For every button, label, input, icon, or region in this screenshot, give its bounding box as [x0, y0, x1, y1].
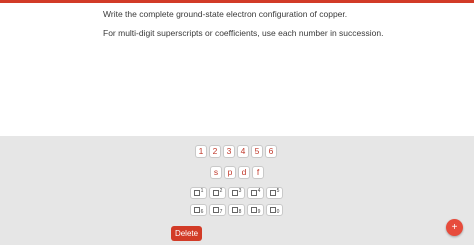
key-1[interactable]: 1: [195, 145, 207, 158]
placeholder-box-icon: [212, 190, 219, 196]
key-4[interactable]: 4: [237, 145, 249, 158]
key-d[interactable]: d: [238, 166, 250, 179]
subscript-7-key[interactable]: 7: [209, 204, 226, 216]
key-2[interactable]: 2: [209, 145, 221, 158]
plus-icon[interactable]: +: [446, 219, 463, 236]
delete-button[interactable]: Delete: [171, 226, 202, 241]
placeholder-box-icon: [269, 190, 276, 196]
subscript-6-key[interactable]: 6: [190, 204, 207, 216]
superscript-5-key[interactable]: 5: [266, 187, 283, 199]
placeholder-box-icon: [250, 190, 257, 196]
superscript-keys: 1 2 3 4 5: [190, 187, 283, 199]
key-s[interactable]: s: [210, 166, 222, 179]
placeholder-box-icon: [212, 207, 219, 213]
number-keys: 1 2 3 4 5 6: [195, 145, 277, 158]
superscript-3-key[interactable]: 3: [228, 187, 245, 199]
superscript-4-key[interactable]: 4: [247, 187, 264, 199]
superscript-1-key[interactable]: 1: [190, 187, 207, 199]
placeholder-box-icon: [231, 207, 238, 213]
placeholder-box-icon: [250, 207, 257, 213]
question-text: Write the complete ground-state electron…: [103, 9, 348, 19]
placeholder-box-icon: [193, 190, 200, 196]
key-5[interactable]: 5: [251, 145, 263, 158]
key-f[interactable]: f: [252, 166, 264, 179]
placeholder-box-icon: [269, 207, 276, 213]
superscript-2-key[interactable]: 2: [209, 187, 226, 199]
subscript-8-key[interactable]: 8: [228, 204, 245, 216]
instruction-text: For multi-digit superscripts or coeffici…: [103, 28, 384, 38]
placeholder-box-icon: [193, 207, 200, 213]
placeholder-box-icon: [231, 190, 238, 196]
subscript-0-key[interactable]: 0: [266, 204, 283, 216]
key-p[interactable]: p: [224, 166, 236, 179]
key-6[interactable]: 6: [265, 145, 277, 158]
key-3[interactable]: 3: [223, 145, 235, 158]
top-accent-bar: [0, 0, 474, 3]
subscript-9-key[interactable]: 9: [247, 204, 264, 216]
orbital-keys: s p d f: [210, 166, 264, 179]
subscript-keys: 6 7 8 9 0: [190, 204, 283, 216]
